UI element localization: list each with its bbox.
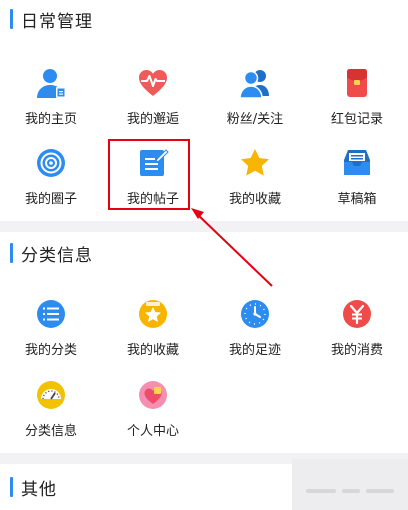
heart-person-icon (139, 381, 167, 409)
item-my-spending[interactable]: 我的消费 (306, 298, 408, 358)
section-title: 分类信息 (21, 245, 93, 266)
item-my-favorites[interactable]: 我的收藏 (204, 147, 306, 207)
item-fans-follow[interactable]: 粉丝/关注 (204, 67, 306, 127)
section-header-other: 其他 (10, 476, 57, 500)
daily-management-card: 日常管理 我的主页 我的邂逅 粉丝/关注 红包记录 我的圈子 我的帖子 我的收藏… (0, 0, 408, 221)
gauge-icon (37, 381, 65, 409)
item-personal-center[interactable]: 个人中心 (102, 379, 204, 439)
item-my-categories[interactable]: 我的分类 (0, 298, 102, 358)
star-badge-icon (139, 300, 167, 328)
classified-info-card: 分类信息 我的分类 我的收藏 我的足迹 我的消费 分类信息 个人中心 (0, 232, 408, 453)
section-accent-bar (10, 477, 13, 497)
item-drafts[interactable]: 草稿箱 (306, 147, 408, 207)
item-label: 我的收藏 (228, 192, 281, 207)
section-accent-bar (10, 243, 13, 263)
clock-icon (241, 300, 269, 328)
section-header-classified: 分类信息 (10, 242, 93, 266)
red-packet-icon (347, 69, 367, 97)
highlight-box (108, 139, 190, 210)
item-label: 我的主页 (24, 112, 77, 127)
item-label: 我的分类 (24, 343, 77, 358)
section-title: 日常管理 (21, 11, 93, 32)
item-my-homepage[interactable]: 我的主页 (0, 67, 102, 127)
section-accent-bar (10, 9, 13, 29)
star-icon (241, 149, 269, 176)
section-title: 其他 (21, 479, 57, 500)
item-classified-info[interactable]: 分类信息 (0, 379, 102, 439)
item-label: 我的足迹 (228, 343, 281, 358)
item-my-encounter[interactable]: 我的邂逅 (102, 67, 204, 127)
item-classified-favorites[interactable]: 我的收藏 (102, 298, 204, 358)
two-users-icon (239, 70, 269, 99)
item-label: 草稿箱 (337, 192, 377, 207)
heart-pulse-icon (139, 70, 167, 96)
circle-target-icon (37, 149, 65, 177)
item-red-packet-records[interactable]: 红包记录 (306, 67, 408, 127)
user-profile-icon (37, 69, 66, 98)
item-label: 我的邂逅 (126, 112, 179, 127)
item-label: 个人中心 (126, 424, 179, 439)
item-label: 分类信息 (24, 424, 77, 439)
yen-icon (343, 300, 371, 328)
item-my-circle[interactable]: 我的圈子 (0, 147, 102, 207)
item-label: 我的消费 (330, 343, 383, 358)
item-label: 粉丝/关注 (226, 112, 284, 127)
blurred-watermark (292, 459, 408, 510)
item-label: 我的收藏 (126, 343, 179, 358)
item-label: 我的圈子 (24, 192, 77, 207)
item-my-footprints[interactable]: 我的足迹 (204, 298, 306, 358)
list-category-icon (37, 300, 65, 328)
section-header-daily: 日常管理 (10, 8, 93, 32)
item-label: 红包记录 (330, 112, 383, 127)
draft-box-icon (344, 150, 370, 175)
